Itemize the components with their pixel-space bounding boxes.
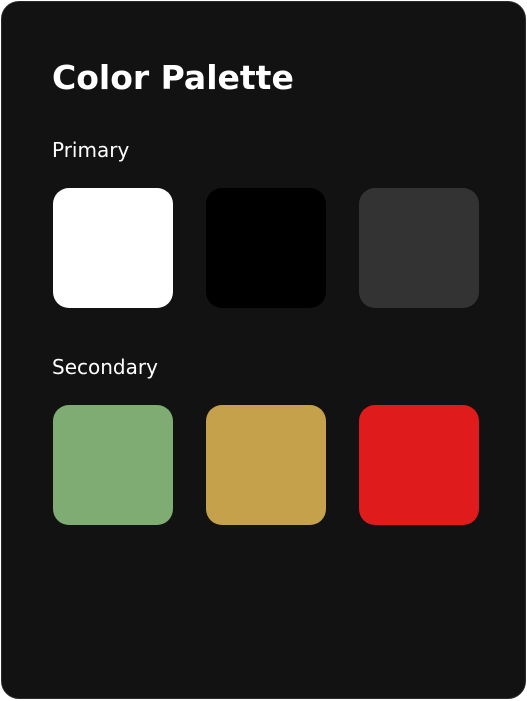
swatch-secondary-green[interactable] — [53, 405, 173, 525]
secondary-swatch-row — [53, 405, 479, 525]
primary-swatch-row — [53, 188, 479, 308]
swatch-secondary-red[interactable] — [359, 405, 479, 525]
section-label-secondary: Secondary — [52, 355, 158, 379]
swatch-secondary-gold[interactable] — [206, 405, 326, 525]
color-palette-card: Color Palette Primary Secondary — [1, 1, 526, 699]
swatch-primary-dark-gray[interactable] — [359, 188, 479, 308]
swatch-primary-white[interactable] — [53, 188, 173, 308]
page-title: Color Palette — [52, 58, 294, 97]
section-label-primary: Primary — [52, 138, 130, 162]
swatch-primary-black[interactable] — [206, 188, 326, 308]
